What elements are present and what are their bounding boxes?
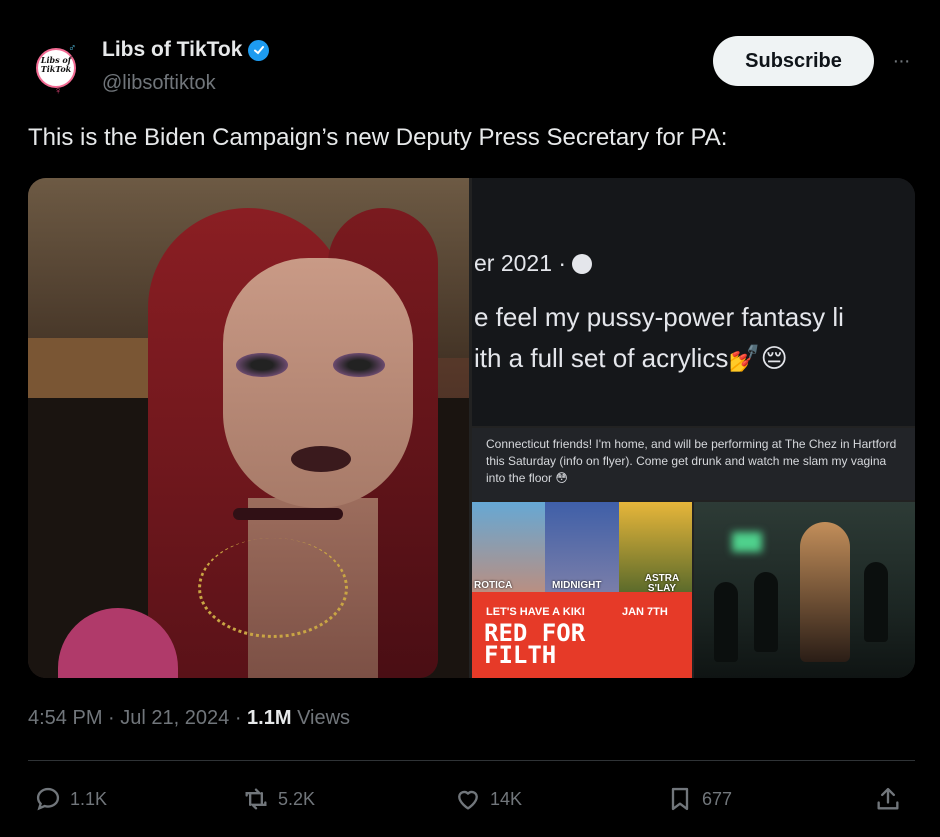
male-symbol-icon: ♂ [68,42,77,54]
club-light [732,532,762,552]
heart-icon [458,790,478,810]
divider [28,760,915,761]
flyer-title-line-2: FILTH [484,641,557,669]
media-photo-portrait[interactable] [28,178,469,678]
club-person [864,562,888,642]
photo-chain [198,538,348,638]
tweet-text: This is the Biden Campaign’s new Deputy … [28,124,728,151]
bookmark-count: 677 [702,788,733,809]
meta-separator: · [108,707,121,729]
share-button[interactable] [874,780,902,818]
flyer-name-2: MIDNIGHT [552,580,602,591]
user-handle[interactable]: @libsoftiktok [102,72,216,95]
avatar-logo-text: Libs of TikTok [40,55,72,74]
photo-choker [233,508,343,520]
repost-count: 5.2K [278,788,316,809]
like-button[interactable]: 14K [454,780,522,818]
avatar[interactable]: Libs of TikTok ♂ ♀ [30,42,86,98]
bookmark-button[interactable]: 677 [666,780,732,818]
action-bar: 1.1K 5.2K 14K 677 [28,780,915,820]
name-line: Libs of TikTok [102,38,270,62]
female-symbol-icon: ♀ [54,85,63,97]
reply-button[interactable]: 1.1K [34,780,107,818]
globe-icon [572,254,593,274]
media-post-screenshot[interactable]: er 2021 · e feel my pussy-power fantasy … [472,178,915,426]
flyer-tagline: LET'S HAVE A KIKI [486,606,585,618]
verified-badge-icon[interactable] [248,39,270,61]
meta-separator: · [234,707,248,729]
post-date: er 2021 · [474,250,593,277]
club-performer [800,522,850,662]
tweet-date[interactable]: Jul 21, 2024 [120,707,229,729]
caption-text: Connecticut friends! I'm home, and will … [486,437,897,485]
flyer-name-3: ASTRA S'LAY [644,573,680,594]
reply-count: 1.1K [70,788,108,809]
club-person [754,572,778,652]
club-person [714,582,738,662]
like-count: 14K [490,788,523,809]
repost-button[interactable]: 5.2K [242,780,315,818]
photo-lips [291,446,351,472]
photo-eye-right [333,353,385,377]
post-date-text: er 2021 · [474,250,567,276]
views-label: Views [297,707,351,729]
tweet-media[interactable]: er 2021 · e feel my pussy-power fantasy … [28,178,915,678]
flyer-name-1: ROTICA [474,580,513,591]
share-icon [877,787,899,810]
more-options-icon[interactable]: ··· [886,46,916,76]
reply-icon [36,787,60,811]
post-line-1: e feel my pussy-power fantasy li [474,302,844,332]
media-club-photo[interactable] [694,502,915,678]
repost-icon [245,788,267,810]
bookmark-icon [671,787,689,811]
media-caption-screenshot: Connecticut friends! I'm home, and will … [472,428,915,500]
tweet-meta: 4:54 PM · Jul 21, 2024 · 1.1M Views [28,707,350,730]
flyer-date: JAN 7TH [622,606,668,618]
flyer-names: ROTICA MIDNIGHT ASTRA S'LAY [472,574,692,596]
tweet-header: Libs of TikTok ♂ ♀ Libs of TikTok @libso… [28,36,918,106]
views-count: 1.1M [247,707,292,729]
post-line-2: ith a full set of acrylics💅😔 [474,343,788,373]
display-name[interactable]: Libs of TikTok [102,38,242,62]
photo-eye-left [236,353,288,377]
media-flyer[interactable]: ROTICA MIDNIGHT ASTRA S'LAY LET'S HAVE A… [472,502,692,678]
flyer-title: RED FOR FILTH [484,621,585,669]
tweet-time[interactable]: 4:54 PM [28,707,102,729]
subscribe-button[interactable]: Subscribe [713,36,874,86]
